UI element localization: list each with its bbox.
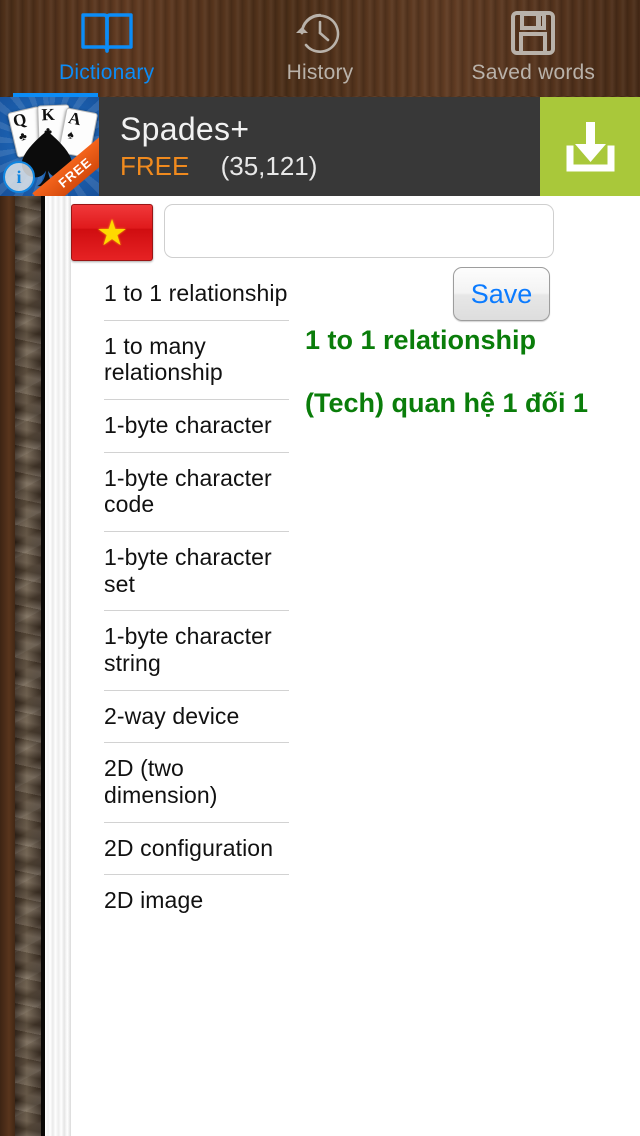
- ad-subtitle: FREE (35,121): [120, 150, 540, 181]
- list-item[interactable]: 2-way device: [104, 691, 289, 744]
- language-flag-button[interactable]: ★: [71, 204, 153, 261]
- book-edge-pages: [45, 196, 71, 1136]
- list-item[interactable]: 1-byte character: [104, 400, 289, 453]
- ad-price: FREE: [120, 150, 190, 181]
- top-tab-bar: Dictionary History Saved words: [0, 0, 640, 96]
- ad-app-icon: Q ♣ K ♣ A ♠ FREE i: [0, 97, 99, 196]
- book-icon: [80, 7, 134, 59]
- ad-text-block: Spades+ FREE (35,121): [99, 97, 540, 196]
- book-edge-marble-wood: [15, 196, 41, 1136]
- list-item[interactable]: 1-byte character code: [104, 453, 289, 533]
- floppy-disk-icon: [509, 7, 557, 59]
- ad-title: Spades+: [120, 111, 250, 148]
- tab-history[interactable]: History: [213, 0, 426, 96]
- card-rank: A: [66, 108, 83, 130]
- card-rank: K: [41, 104, 56, 125]
- ad-rating-count: (35,121): [220, 150, 318, 181]
- definition-headword: 1 to 1 relationship: [305, 325, 537, 355]
- tab-dictionary-label: Dictionary: [58, 61, 155, 84]
- definition-body: (Tech) quan hệ 1 đối 1: [305, 388, 589, 419]
- list-item[interactable]: 1 to many relationship: [104, 321, 289, 401]
- download-icon: [566, 121, 615, 171]
- dictionary-content-panel: ★ Save 1 to 1 relationship 1 to many rel…: [71, 196, 640, 1136]
- search-input[interactable]: [164, 204, 554, 258]
- ad-banner[interactable]: Q ♣ K ♣ A ♠ FREE i Spades+ FREE (35,121): [0, 97, 640, 196]
- list-item[interactable]: 1 to 1 relationship: [104, 268, 289, 321]
- definition-panel: 1 to 1 relationship (Tech) quan hệ 1 đối…: [305, 324, 625, 421]
- book-page-edge: [0, 196, 71, 1136]
- book-edge-dark-wood: [0, 196, 15, 1136]
- list-item[interactable]: 2D (two dimension): [104, 743, 289, 823]
- flag-star-icon: ★: [95, 211, 129, 253]
- tab-saved-words[interactable]: Saved words: [427, 0, 640, 96]
- list-item[interactable]: 2D image: [104, 875, 289, 927]
- list-item[interactable]: 1-byte character set: [104, 532, 289, 612]
- list-item[interactable]: 2D configuration: [104, 823, 289, 876]
- tab-saved-words-label: Saved words: [471, 61, 596, 84]
- save-button[interactable]: Save: [453, 267, 550, 321]
- clock-history-icon: [294, 7, 346, 59]
- ad-info-badge[interactable]: i: [3, 161, 35, 193]
- ad-download-button[interactable]: [540, 97, 640, 196]
- list-item[interactable]: 1-byte character string: [104, 611, 289, 691]
- tab-dictionary[interactable]: Dictionary: [0, 0, 213, 96]
- word-list[interactable]: 1 to 1 relationship 1 to many relationsh…: [104, 268, 289, 1136]
- tab-history-label: History: [286, 61, 354, 84]
